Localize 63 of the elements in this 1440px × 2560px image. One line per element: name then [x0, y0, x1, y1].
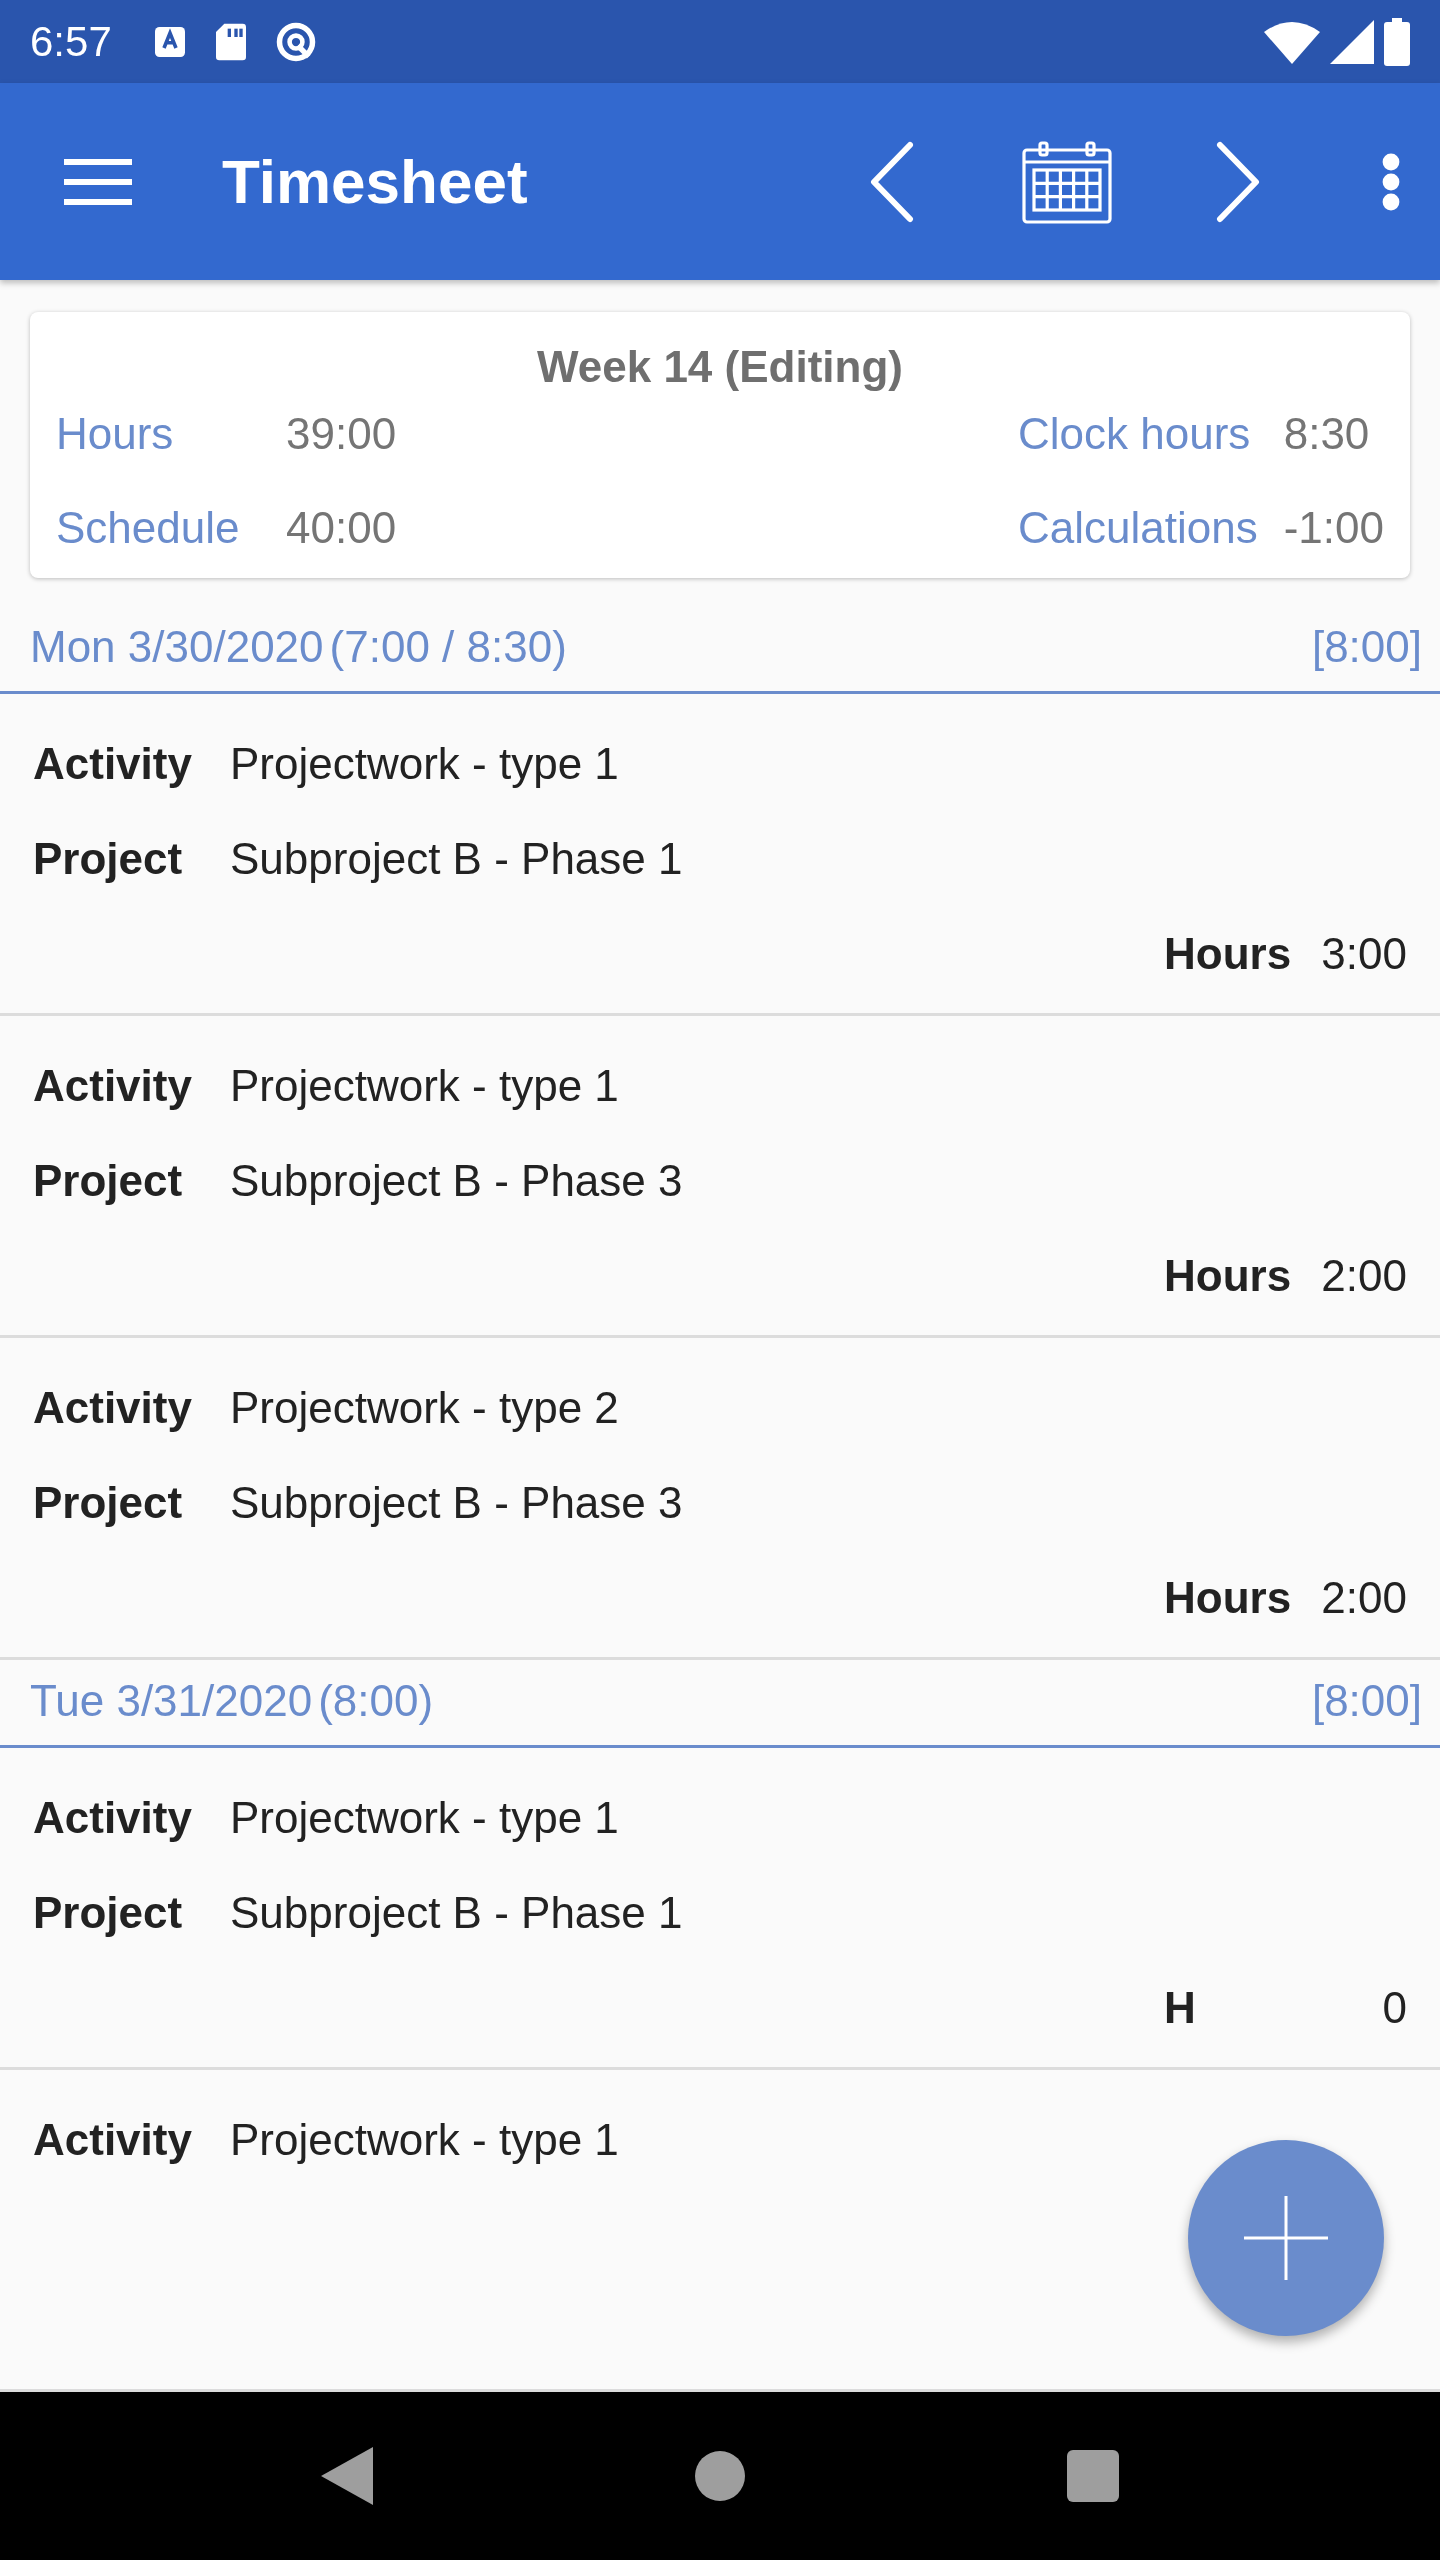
menu-icon: [64, 157, 132, 206]
day-date: Tue 3/31/2020: [30, 1675, 313, 1727]
home-button[interactable]: [695, 2451, 745, 2501]
summary-value: 39:00: [286, 408, 398, 460]
calendar-icon: [1022, 139, 1112, 224]
hours-value: 3:00: [1320, 928, 1407, 979]
square-icon: [1067, 2450, 1119, 2502]
field-label: Activity: [33, 1382, 193, 1433]
field-label: Activity: [33, 1060, 193, 1111]
field-value: Projectwork - type 1: [230, 738, 619, 789]
field-value: Projectwork - type 1: [230, 2114, 619, 2165]
field-value: Projectwork - type 2: [230, 1382, 619, 1433]
field-label: Project: [33, 1477, 184, 1528]
clock-time: 6:57: [30, 17, 112, 66]
field-label: Activity: [33, 738, 193, 789]
summary-value: 40:00: [286, 502, 398, 554]
hours-label: Hours: [1164, 928, 1293, 979]
battery-icon: [1384, 17, 1410, 66]
day-date: Mon 3/30/2020: [30, 621, 324, 673]
field-label: Activity: [33, 1792, 193, 1843]
hours-value: 0: [1381, 1982, 1407, 2033]
day-total: [8:00]: [1311, 1675, 1422, 1727]
field-value: Subproject B - Phase 1: [230, 1887, 683, 1938]
hours-label: H: [1164, 1982, 1197, 2033]
signal-icon: [1330, 19, 1374, 64]
field-label: Project: [33, 833, 184, 884]
day-total: [8:00]: [1311, 621, 1422, 673]
screen-title: Timesheet: [222, 146, 529, 217]
previous-button[interactable]: [868, 140, 914, 223]
hours-label: Hours: [1164, 1250, 1293, 1301]
wifi-icon: [1264, 19, 1320, 64]
field-value: Subproject B - Phase 3: [230, 1155, 683, 1206]
week-title: Week 14 (Editing): [536, 342, 904, 392]
field-value: Subproject B - Phase 1: [230, 833, 683, 884]
more-button[interactable]: [1382, 152, 1400, 211]
summary-label: Hours: [56, 408, 175, 460]
hours-value: 2:00: [1320, 1250, 1407, 1301]
sd-card-icon: [213, 21, 248, 62]
chevron-right-icon: [1216, 140, 1262, 223]
summary-label: Calculations: [1018, 502, 1259, 554]
summary-value: -1:00: [1283, 502, 1384, 554]
field-label: Project: [33, 1155, 184, 1206]
next-button[interactable]: [1216, 140, 1262, 223]
menu-button[interactable]: [64, 157, 132, 206]
chevron-left-icon: [868, 140, 914, 223]
plus-icon: [1244, 2196, 1328, 2280]
summary-label: Schedule: [56, 502, 241, 554]
field-label: Project: [33, 1887, 184, 1938]
summary-label: Clock hours: [1018, 408, 1252, 460]
day-times: (8:00): [318, 1675, 434, 1727]
back-button[interactable]: [321, 2447, 373, 2505]
field-value: Projectwork - type 1: [230, 1792, 619, 1843]
field-label: Activity: [33, 2114, 193, 2165]
summary-value: 8:30: [1283, 408, 1371, 460]
circle-icon: [695, 2451, 745, 2501]
more-icon: [1382, 152, 1400, 211]
triangle-icon: [321, 2447, 373, 2505]
field-value: Projectwork - type 1: [230, 1060, 619, 1111]
hours-label: Hours: [1164, 1572, 1293, 1623]
hours-value: 2:00: [1320, 1572, 1407, 1623]
field-value: Subproject B - Phase 3: [230, 1477, 683, 1528]
day-times: (7:00 / 8:30): [329, 621, 567, 673]
calendar-button[interactable]: [1022, 139, 1112, 224]
